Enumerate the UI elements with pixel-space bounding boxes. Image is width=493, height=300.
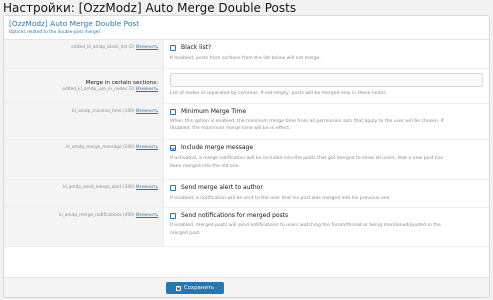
option-key: kl_amdp_send_merge_alert (300) — [62, 185, 135, 190]
options-panel: [OzzModz] Auto Merge Double Post Options… — [3, 15, 490, 298]
minimal-time-checkbox-row[interactable]: Minimum Merge Time — [170, 108, 246, 116]
option-row-use-in-nodes: Merge in certain sections: edited_kl_amd… — [4, 69, 489, 104]
option-row-send-merge-alert: kl_amdp_send_merge_alert (300) Изменить … — [4, 180, 489, 208]
merge-message-checkbox[interactable] — [170, 145, 176, 151]
edit-link[interactable]: Изменить — [136, 109, 158, 114]
option-meta-label: kl_amdp_merge_notifications (400) Измени… — [59, 213, 158, 219]
option-key: kl_amdp_merge_notifications (400) — [58, 213, 135, 218]
options-list: edited_kl_amdp_black_list (2) Изменить B… — [4, 40, 489, 247]
checkbox-label[interactable]: Send merge alert to author — [181, 184, 263, 192]
option-meta-label: edited_kl_amdp_use_in_nodes (2) Изменить — [62, 87, 158, 93]
merge-alert-checkbox[interactable] — [170, 185, 176, 191]
option-key: kl_amdp_minimal_time (100) — [72, 109, 135, 114]
option-meta-label: kl_amdp_send_merge_alert (300) Изменить — [63, 185, 158, 191]
option-explain: been merged into the old one. — [170, 164, 240, 169]
option-explain: merged post. — [170, 231, 201, 236]
option-label-column: kl_amdp_minimal_time (100) Изменить — [4, 104, 164, 139]
option-explain: If activated, a merge notification will … — [170, 156, 444, 161]
nodes-input[interactable] — [170, 73, 483, 87]
option-key: kl_amdp_merge_message (200) — [66, 145, 135, 150]
merge-message-checkbox-row[interactable]: Include merge message — [170, 144, 253, 152]
option-explain: If enabled, posts from sections from the… — [170, 56, 321, 61]
option-label-column: Merge in certain sections: edited_kl_amd… — [4, 69, 164, 103]
option-row-merge-notifications: kl_amdp_merge_notifications (400) Измени… — [4, 208, 489, 247]
edit-link[interactable]: Изменить — [136, 213, 158, 218]
option-explain: disabled, the maximum merge time will be… — [170, 126, 291, 131]
option-key: edited_kl_amdp_use_in_nodes (2) — [62, 87, 135, 92]
option-title: Merge in certain sections: — [85, 80, 158, 86]
edit-link[interactable]: Изменить — [136, 87, 158, 92]
checkbox-label[interactable]: Include merge message — [181, 144, 253, 152]
panel-title: [OzzModz] Auto Merge Double Post — [9, 19, 140, 28]
option-label-column: kl_amdp_merge_message (200) Изменить — [4, 140, 164, 179]
save-button-label[interactable]: Сохранить — [184, 285, 214, 291]
checkbox-label[interactable]: Send notifications for merged posts — [181, 212, 288, 220]
checkbox-label[interactable]: Minimum Merge Time — [181, 108, 246, 116]
minimal-time-checkbox[interactable] — [170, 109, 176, 115]
option-row-black-list: edited_kl_amdp_black_list (2) Изменить B… — [4, 40, 489, 69]
option-meta-label: edited_kl_amdp_black_list (2) Изменить — [71, 45, 158, 51]
checkbox-label[interactable]: Black list? — [181, 44, 211, 52]
save-button[interactable]: Сохранить — [166, 282, 224, 294]
option-explain: List of nodes id separated by commas. If… — [170, 91, 386, 96]
save-icon — [175, 285, 181, 291]
option-label-column: kl_amdp_send_merge_alert (300) Изменить — [4, 180, 164, 207]
edit-link[interactable]: Изменить — [136, 45, 158, 50]
option-row-merge-message: kl_amdp_merge_message (200) Изменить Inc… — [4, 140, 489, 180]
edit-link[interactable]: Изменить — [136, 185, 158, 190]
option-meta-label: kl_amdp_merge_message (200) Изменить — [66, 145, 158, 151]
panel-description: Options related to the double-post merge… — [9, 30, 101, 35]
option-key: edited_kl_amdp_black_list (2) — [71, 45, 135, 50]
option-explain: If enabled, a notification will be sent … — [170, 196, 391, 201]
merge-notifications-checkbox-row[interactable]: Send notifications for merged posts — [170, 212, 288, 220]
black-list-checkbox-row[interactable]: Black list? — [170, 44, 211, 52]
panel-header: [OzzModz] Auto Merge Double Post Options… — [4, 16, 489, 40]
option-explain: If enabled, merged posts will send notif… — [170, 223, 441, 228]
merge-alert-checkbox-row[interactable]: Send merge alert to author — [170, 184, 263, 192]
form-footer: Сохранить — [4, 277, 489, 297]
option-meta-label: kl_amdp_minimal_time (100) Изменить — [72, 109, 158, 115]
black-list-checkbox[interactable] — [170, 45, 176, 51]
option-label-column: kl_amdp_merge_notifications (400) Измени… — [4, 208, 164, 246]
option-label-column: edited_kl_amdp_black_list (2) Изменить — [4, 40, 164, 68]
edit-link[interactable]: Изменить — [136, 145, 158, 150]
merge-notifications-checkbox[interactable] — [170, 213, 176, 219]
option-row-minimal-time: kl_amdp_minimal_time (100) Изменить Mini… — [4, 104, 489, 140]
